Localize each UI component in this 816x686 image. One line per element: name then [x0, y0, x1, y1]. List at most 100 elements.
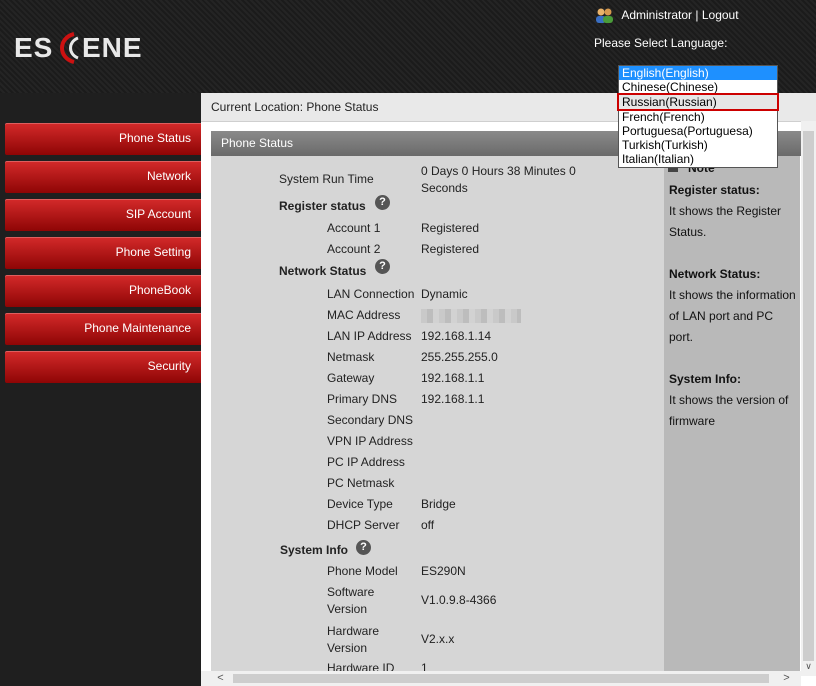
- nav-sip-account[interactable]: SIP Account: [5, 199, 201, 231]
- row-value: V2.x.x: [421, 632, 455, 646]
- table-row: Gateway 192.168.1.1: [327, 371, 657, 388]
- note-block-title: Register status:: [669, 183, 760, 197]
- language-option-chinese[interactable]: Chinese(Chinese): [619, 80, 777, 94]
- table-row: DHCP Server off: [327, 518, 657, 535]
- row-label: Gateway: [327, 371, 375, 385]
- table-row: LAN IP Address 192.168.1.14: [327, 329, 657, 346]
- note-block: Register status: It shows the Register S…: [669, 180, 799, 243]
- horizontal-scrollbar[interactable]: < >: [201, 671, 801, 686]
- row-label: LAN Connection: [327, 287, 415, 301]
- row-value: 192.168.1.1: [421, 392, 485, 406]
- note-block-title: Network Status:: [669, 267, 761, 281]
- svg-text:ENE: ENE: [82, 32, 143, 63]
- note-block: System Info: It shows the version of fir…: [669, 369, 799, 432]
- row-value: Registered: [421, 242, 480, 256]
- table-row: Primary DNS 192.168.1.1: [327, 392, 657, 409]
- language-option-french[interactable]: French(French): [619, 110, 777, 124]
- main-area: Current Location: Phone Status Phone Sta…: [201, 93, 816, 686]
- note-block-text: It shows the Register Status.: [669, 204, 782, 239]
- row-label: Phone Model: [327, 564, 398, 578]
- row-label: PC IP Address: [327, 455, 405, 469]
- register-status-title: Register status: [279, 199, 366, 213]
- note-block-title: System Info:: [669, 372, 742, 386]
- language-option-portuguesa[interactable]: Portuguesa(Portuguesa): [619, 124, 777, 138]
- scrollbar-thumb[interactable]: [233, 674, 769, 683]
- nav-phone-maintenance[interactable]: Phone Maintenance: [5, 313, 201, 345]
- row-label: DHCP Server: [327, 518, 400, 532]
- row-value: Registered: [421, 221, 480, 235]
- row-value: 255.255.255.0: [421, 350, 498, 364]
- table-row: Device Type Bridge: [327, 497, 657, 514]
- row-label: MAC Address: [327, 308, 401, 322]
- table-row: PC Netmask: [327, 476, 657, 493]
- row-label: Primary DNS: [327, 392, 398, 406]
- nav-phone-status[interactable]: Phone Status: [5, 123, 201, 155]
- svg-text:ES: ES: [14, 32, 53, 63]
- note-block-text: It shows the information of LAN port and…: [669, 288, 796, 344]
- current-location: Current Location: Phone Status: [211, 100, 379, 114]
- table-row: Account 2 Registered: [327, 242, 657, 259]
- chevron-down-icon[interactable]: ∨: [803, 661, 814, 672]
- row-label: Account 1: [327, 221, 381, 235]
- nav-network[interactable]: Network: [5, 161, 201, 193]
- note-panel: Note Register status: It shows the Regis…: [664, 156, 800, 676]
- separator: |: [695, 8, 699, 22]
- nav-phonebook[interactable]: PhoneBook: [5, 275, 201, 307]
- table-row: Software Version V1.0.9.8-4366: [327, 584, 657, 620]
- row-value: V1.0.9.8-4366: [421, 593, 497, 607]
- note-block: Network Status: It shows the information…: [669, 264, 799, 348]
- row-value: 192.168.1.14: [421, 329, 492, 343]
- language-dropdown[interactable]: English(English) Chinese(Chinese) Russia…: [617, 65, 779, 168]
- scrollbar-thumb[interactable]: [803, 131, 814, 661]
- table-row: Account 1 Registered: [327, 221, 657, 238]
- table-row: MAC Address: [327, 308, 657, 325]
- sidebar: Phone Status Network SIP Account Phone S…: [0, 93, 201, 686]
- row-label: VPN IP Address: [327, 434, 413, 448]
- network-status-title: Network Status: [279, 264, 367, 278]
- status-content: System Run Time 0 Days 0 Hours 38 Minute…: [211, 156, 664, 676]
- table-row: Phone Model ES290N: [327, 564, 657, 581]
- row-label: LAN IP Address: [327, 329, 412, 343]
- row-label: Software Version: [327, 585, 375, 616]
- row-label: Secondary DNS: [327, 413, 414, 427]
- chevron-left-icon[interactable]: <: [213, 671, 228, 686]
- row-value: off: [421, 518, 435, 532]
- username: Administrator: [621, 8, 693, 22]
- row-label: Device Type: [327, 497, 393, 511]
- language-option-russian[interactable]: Russian(Russian): [617, 93, 779, 111]
- run-time-label: System Run Time: [279, 172, 374, 186]
- logout-link[interactable]: Logout: [702, 8, 739, 22]
- vertical-scrollbar[interactable]: ∨: [801, 121, 816, 676]
- question-circle-icon[interactable]: ?: [375, 195, 390, 210]
- table-row: VPN IP Address: [327, 434, 657, 451]
- language-option-turkish[interactable]: Turkish(Turkish): [619, 138, 777, 152]
- chevron-right-icon[interactable]: >: [779, 671, 794, 686]
- row-label: Netmask: [327, 350, 375, 364]
- table-row: Hardware Version V2.x.x: [327, 623, 657, 659]
- language-option-english[interactable]: English(English): [619, 66, 777, 80]
- nav-phone-setting[interactable]: Phone Setting: [5, 237, 201, 269]
- row-label: Account 2: [327, 242, 381, 256]
- table-row: PC IP Address: [327, 455, 657, 472]
- table-row: Netmask 255.255.255.0: [327, 350, 657, 367]
- system-info-title: System Info: [280, 543, 349, 557]
- run-time-value: 0 Days 0 Hours 38 Minutes 0 Seconds: [421, 164, 576, 195]
- row-value: Dynamic: [421, 287, 468, 301]
- question-circle-icon[interactable]: ?: [356, 540, 371, 555]
- note-block-text: It shows the version of firmware: [669, 393, 789, 428]
- language-label: Please Select Language:: [594, 36, 728, 50]
- nav-security[interactable]: Security: [5, 351, 201, 383]
- table-row: LAN Connection Dynamic: [327, 287, 657, 304]
- row-value: 192.168.1.1: [421, 371, 485, 385]
- row-value: Bridge: [421, 497, 456, 511]
- question-circle-icon[interactable]: ?: [375, 259, 390, 274]
- row-label: PC Netmask: [327, 476, 395, 490]
- mac-address-redacted: [421, 309, 521, 323]
- escene-logo: ES ENE: [14, 32, 143, 64]
- panel-title: Phone Status: [221, 136, 294, 150]
- language-option-italian[interactable]: Italian(Italian): [619, 152, 777, 166]
- table-row: Secondary DNS: [327, 413, 657, 430]
- row-label: Hardware Version: [327, 624, 380, 655]
- users-icon: [596, 8, 613, 23]
- row-value: ES290N: [421, 564, 466, 578]
